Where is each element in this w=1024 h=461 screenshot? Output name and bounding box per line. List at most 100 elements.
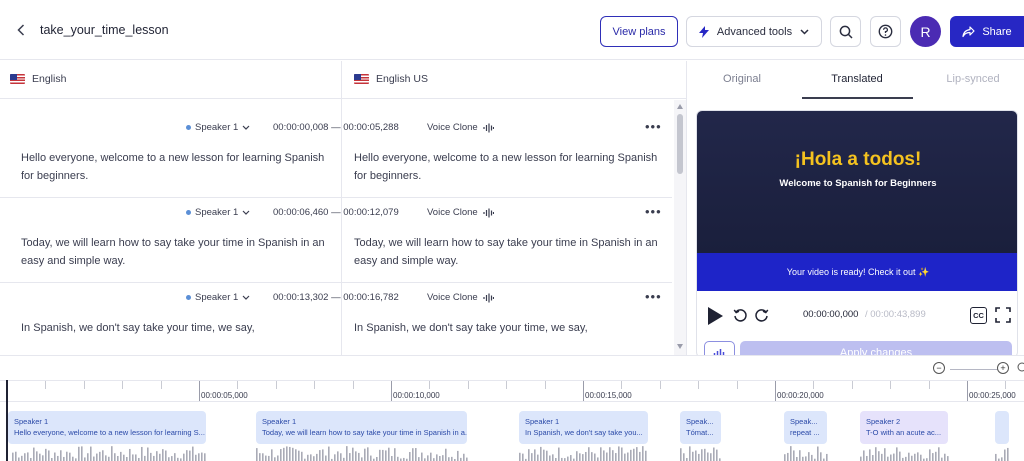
source-language[interactable]: English [10, 73, 66, 85]
panel-divider [686, 61, 687, 355]
rewind-icon[interactable] [733, 308, 748, 323]
tab-translated[interactable]: Translated [802, 73, 912, 85]
waveform-bar [579, 453, 581, 461]
help-button[interactable] [870, 16, 901, 47]
user-avatar[interactable]: R [910, 16, 941, 47]
captions-button[interactable]: CC [970, 307, 987, 324]
target-language[interactable]: English US [354, 73, 428, 85]
video-frame[interactable]: ¡Hola a todos! Welcome to Spanish for Be… [697, 111, 1017, 253]
speaker-dropdown[interactable]: Speaker 1 [186, 207, 250, 218]
timeline-clip[interactable]: Speaker 1 Today, we will learn how to sa… [256, 411, 467, 444]
clip-text: In Spanish, we don't say take you... [525, 428, 643, 437]
search-icon[interactable] [1016, 362, 1024, 374]
voice-clone-selector[interactable]: Voice Clone [427, 122, 494, 133]
ruler-tick [45, 381, 47, 389]
waveform-bar [935, 451, 937, 461]
waveform-bar [289, 446, 291, 461]
waveform-bar [639, 451, 641, 461]
more-options-icon[interactable]: ••• [645, 204, 662, 219]
segment-timecode[interactable]: 00:00:00,008 — 00:00:05,288 [273, 122, 399, 133]
timeline-clip[interactable] [995, 411, 1009, 444]
speaker-dropdown[interactable]: Speaker 1 [186, 122, 250, 133]
segment-start: 00:00:00,008 [273, 122, 329, 133]
scroll-up-icon[interactable] [677, 104, 683, 109]
source-text[interactable]: Hello everyone, welcome to a new lesson … [21, 150, 329, 185]
waveform-bar [367, 447, 369, 461]
waveform-bar [277, 455, 279, 461]
waveform-bar [388, 447, 390, 461]
timeline-clip[interactable]: Speak... repeat ... [784, 411, 827, 444]
target-text[interactable]: Hello everyone, welcome to a new lesson … [354, 150, 662, 185]
timeline-clip[interactable]: Speaker 2 T-O with an acute ac... [860, 411, 948, 444]
ruler-tick [583, 381, 584, 401]
waveform-bar [537, 454, 539, 461]
waveform-bar [382, 449, 384, 461]
search-button[interactable] [830, 16, 861, 47]
zoom-out-icon[interactable]: − [933, 362, 945, 374]
waveform-bar [132, 454, 134, 461]
tab-lip-synced[interactable]: Lip-synced [918, 73, 1024, 85]
view-plans-button[interactable]: View plans [600, 16, 678, 47]
segment-timecode[interactable]: 00:00:06,460 — 00:00:12,079 [273, 207, 399, 218]
voice-clone-selector[interactable]: Voice Clone [427, 207, 494, 218]
waveform-bar [947, 456, 949, 461]
waveform-bar [869, 449, 871, 461]
playhead[interactable] [6, 380, 8, 461]
waveform-bar [171, 456, 173, 461]
waveform-bar [21, 455, 23, 461]
waveform-bar [63, 456, 65, 461]
waveform-bar [319, 450, 321, 461]
target-text[interactable]: In Spanish, we don't say take your time,… [354, 320, 662, 338]
fullscreen-icon[interactable] [995, 307, 1011, 323]
play-icon[interactable] [706, 306, 724, 326]
clip-speaker: Speaker 1 [262, 417, 297, 426]
waveform-bar [899, 451, 901, 461]
ruler-tick [237, 381, 239, 389]
player-controls: 00:00:00,000 / 00:00:43,899 CC [697, 301, 1017, 331]
waveform-bar [796, 456, 798, 461]
waveform-bar [165, 450, 167, 461]
waveform-bar [430, 452, 432, 461]
target-text[interactable]: Today, we will learn how to say take you… [354, 235, 662, 270]
segment-timecode[interactable]: 00:00:13,302 — 00:00:16,782 [273, 292, 399, 303]
waveform-bar [805, 456, 807, 461]
timeline-clip[interactable]: Speaker 1 In Spanish, we don't say take … [519, 411, 648, 444]
more-options-icon[interactable]: ••• [645, 289, 662, 304]
waveform-bar [18, 457, 20, 461]
source-text[interactable]: Today, we will learn how to say take you… [21, 235, 329, 270]
timeline-clip[interactable]: Speaker 1 Hello everyone, welcome to a n… [8, 411, 206, 444]
scrollbar-thumb[interactable] [677, 114, 683, 174]
waveform-bar [108, 456, 110, 461]
waveform-bar [549, 455, 551, 461]
zoom-slider[interactable] [950, 369, 998, 370]
forward-icon[interactable] [754, 308, 769, 323]
timeline-clip[interactable]: Speak... Tómat... [680, 411, 721, 444]
waveform-bar [784, 454, 786, 461]
waveform-bar [259, 453, 261, 461]
segment-row[interactable]: Speaker 1 00:00:06,460 — 00:00:12,079 Vo… [0, 198, 672, 283]
voice-clone-selector[interactable]: Voice Clone [427, 292, 494, 303]
back-arrow-icon[interactable] [14, 22, 28, 38]
waveform-bar [716, 449, 718, 461]
tab-original[interactable]: Original [687, 73, 797, 85]
source-text[interactable]: In Spanish, we don't say take your time,… [21, 320, 329, 338]
advanced-tools-button[interactable]: Advanced tools [686, 16, 822, 47]
waveform-bar [528, 449, 530, 461]
waveform-bar [793, 450, 795, 461]
zoom-in-icon[interactable]: + [997, 362, 1009, 374]
waveform-bar [307, 454, 309, 461]
time-ruler[interactable]: 00:00:05,000 00:00:10,000 00:00:15,000 0… [0, 380, 1024, 402]
segment-meta: Speaker 1 00:00:13,302 — 00:00:16,782 Vo… [0, 289, 672, 306]
more-options-icon[interactable]: ••• [645, 119, 662, 134]
target-language-label: English US [376, 73, 428, 85]
segment-row[interactable]: Speaker 1 00:00:00,008 — 00:00:05,288 Vo… [0, 113, 672, 198]
waveform-bar [364, 448, 366, 461]
waveform-bar [698, 453, 700, 461]
speaker-dropdown[interactable]: Speaker 1 [186, 292, 250, 303]
segment-row[interactable]: Speaker 1 00:00:13,302 — 00:00:16,782 Vo… [0, 283, 672, 355]
waveform-bar [609, 447, 611, 461]
share-button[interactable]: Share [950, 16, 1024, 47]
scroll-down-icon[interactable] [677, 344, 683, 349]
waveform-bar [292, 447, 294, 461]
waveform-bar [27, 452, 29, 461]
